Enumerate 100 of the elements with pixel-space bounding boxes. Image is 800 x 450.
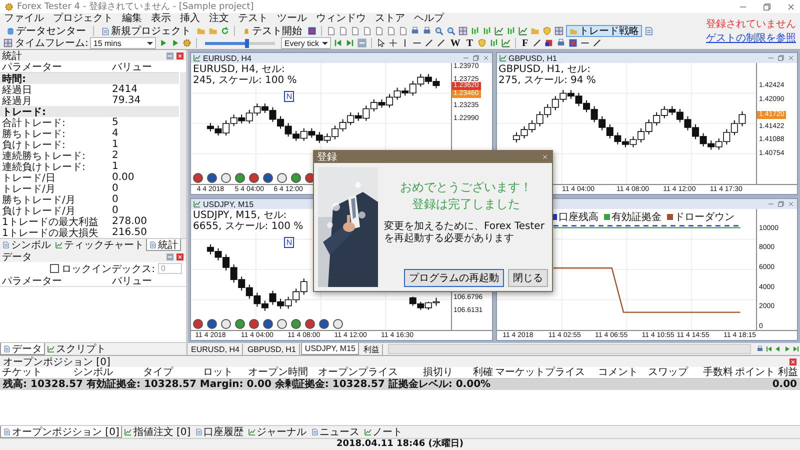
toolbar-button[interactable]: トレード戦略 (566, 25, 642, 37)
account-summary: 残高: 10328.57 有効証拠金: 10328.57 Margin: 0.00 余剰証拠金: 10328.57 証拠金レベル: 0.00% (3, 379, 491, 390)
tab[interactable]: ティックチャート (53, 239, 146, 251)
column-header: オープンプライス (317, 367, 399, 378)
menu-item[interactable]: プロジェクト (53, 13, 113, 25)
panel-title: データ (2, 250, 32, 264)
dialog-button[interactable]: 閉じる (508, 269, 548, 287)
table-cell-text: トレード/日 (2, 172, 56, 184)
tab[interactable]: 統計 (146, 239, 181, 251)
text-tool-button[interactable]: W (448, 38, 462, 48)
menu-item[interactable]: ウィンドウ (316, 13, 366, 25)
table-cell-text: 278.00 (112, 216, 148, 227)
table-cell-text: 経過日 (2, 84, 33, 96)
table-cell-text: 79.34 (112, 95, 142, 106)
tab[interactable]: USDJPY, M15 (300, 343, 360, 355)
menu-item[interactable]: 表示 (151, 13, 171, 25)
panel-title: オープンポジション [0] (3, 356, 110, 368)
chart-title: USDJPY, M15 (203, 200, 254, 208)
menu-item[interactable]: 注文 (209, 13, 229, 25)
chart-info: USDJPY, M15, セル: 6655, スケール: 100 % (193, 210, 305, 232)
table-cell-text: 1トレードの最大利益 (2, 215, 100, 228)
text-tool-button[interactable]: F (520, 38, 530, 48)
dialog-message: 変更を加えるために、Forex Testerを再起動する必要があります (384, 221, 546, 245)
table-cell-text: トレード/月 (2, 182, 56, 194)
guest-limits-link[interactable]: ゲストの制限を参照 (706, 31, 796, 45)
chart-marker[interactable]: N (284, 237, 294, 248)
toolbar-button[interactable]: テスト開始 (239, 25, 305, 37)
timeframe-label: タイムフレーム: (15, 37, 88, 49)
table-cell-text: 0.00 (112, 172, 136, 183)
table-cell-text: 負けトレード/月 (2, 204, 76, 216)
tab[interactable]: 指値注文 [0] (122, 426, 193, 438)
chart-title: GBPUSD, H1 (508, 54, 557, 62)
column-header: チケット (1, 367, 43, 378)
table-cell-text: 216.50 (112, 227, 148, 238)
column-header: 手数料 (702, 367, 734, 378)
table-cell-text: 経過月 (2, 94, 33, 108)
text-tool-button[interactable]: T (464, 38, 476, 48)
column-header: コメント (597, 367, 639, 378)
column-header: パラメーター (2, 274, 63, 288)
section-label: トレード: (2, 106, 47, 118)
table-cell-text: 1トレードの最大損失 (2, 226, 100, 240)
toolbar-button[interactable]: 新規プロジェクト (98, 25, 194, 37)
menu-item[interactable]: ファイル (4, 13, 44, 25)
table-cell-text: 合計トレード: (2, 116, 66, 128)
tab[interactable]: データ (0, 343, 45, 355)
tick-mode-select[interactable]: Every tick (281, 37, 332, 49)
menu-item[interactable]: テスト (238, 13, 268, 25)
column-header: 利益 (777, 367, 799, 378)
tab[interactable]: シンボル (0, 239, 53, 251)
table-cell-text: 負けトレード: (2, 138, 66, 150)
registration-status: 登録されていません (706, 18, 796, 31)
menu-item[interactable]: ヘルプ (414, 13, 444, 25)
legend-label: ドローダウン (674, 211, 734, 224)
table-cell: 0.00 (772, 379, 797, 390)
column-header: タイプ (142, 367, 174, 378)
column-header: シンボル (72, 367, 114, 378)
tab[interactable]: ニュース (308, 426, 362, 438)
table-cell-text: 勝ちトレード: (2, 128, 66, 140)
table-cell-text: 連続負けトレード: (2, 160, 86, 173)
menu-item[interactable]: ストア (375, 13, 405, 25)
menu-item[interactable]: ツール (277, 13, 307, 25)
table-cell-text: 1 (112, 139, 120, 150)
legend-label: 口座残高 (558, 210, 598, 224)
table-cell-text: 1 (112, 161, 120, 172)
chart-marker[interactable]: N (284, 91, 294, 102)
table-cell-text: 0 (112, 205, 120, 216)
tab[interactable]: オープンポジション [0] (0, 426, 122, 438)
table-cell-text: 勝ちトレード/月 (2, 193, 76, 206)
table-cell-text: 0 (112, 183, 120, 194)
column-header: パラメーター (2, 60, 63, 74)
menu-item[interactable]: 編集 (122, 13, 142, 25)
toolbar-button[interactable]: データセンター (3, 25, 89, 37)
column-header: オープン時間 (247, 367, 309, 378)
timeframe-select[interactable]: 15 mins (90, 37, 156, 49)
column-header: 損切り (422, 367, 454, 378)
chart-title: EURUSD, H4 (203, 54, 252, 62)
column-header: 利確 (472, 367, 494, 378)
column-header: バリュー (112, 274, 153, 288)
tab[interactable]: 口座履歴 (192, 426, 246, 438)
dialog-heading: おめでとうございます！ (400, 179, 532, 196)
column-header: スワップ (647, 367, 690, 378)
table-cell-text: 2414 (112, 84, 138, 95)
tab[interactable]: ジャーナル (246, 426, 309, 438)
menu-item[interactable]: 挿入 (180, 13, 200, 25)
tab[interactable]: ノート (362, 426, 405, 438)
table-cell-text: 2 (112, 150, 120, 161)
table-cell-text: 4 (112, 128, 120, 139)
status-datetime: 2018.04.11 18:46 (水曜日) (336, 439, 464, 450)
column-header: ロット (202, 367, 234, 378)
dialog-heading: 登録は完了しました (412, 196, 520, 213)
checkbox-label: ロックインデックス: (62, 262, 155, 276)
table-cell-text: 0 (112, 194, 120, 205)
window-title: Forex Tester 4 - 登録されていません - [Sample project] (17, 0, 254, 12)
tab[interactable]: スクリプト (45, 343, 108, 355)
column-header: バリュー (112, 60, 153, 74)
dialog-button[interactable]: プログラムの再起動 (404, 269, 504, 287)
panel-title: 統計 (2, 50, 22, 62)
table-cell-text: 連続勝ちトレード: (2, 150, 86, 162)
dialog-title: 登録 (317, 151, 337, 164)
section-label: 時間: (2, 72, 27, 84)
